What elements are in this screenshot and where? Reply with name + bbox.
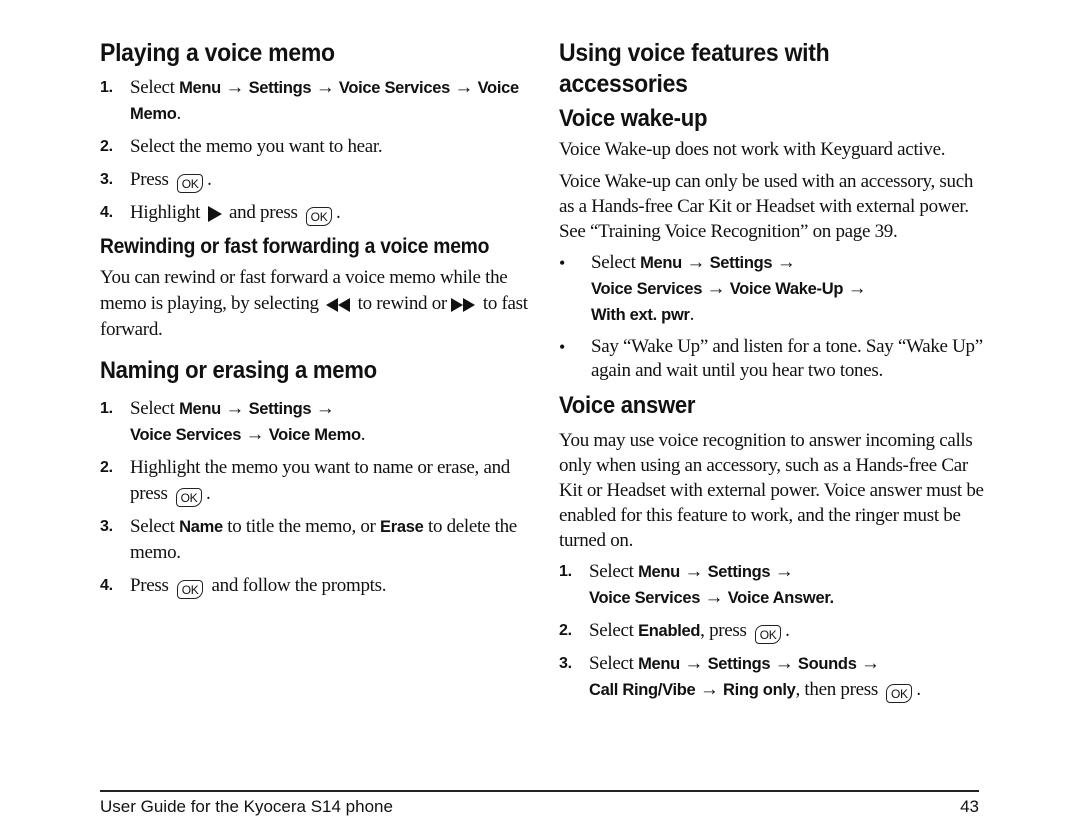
step-item: 3. Select Name to title the memo, or Era… — [100, 516, 517, 563]
step-item: 4. Press OK and follow the prompts. — [100, 575, 387, 599]
bullet-item: • Say “Wake Up” and listen for a tone. S… — [559, 336, 983, 381]
naming-steps: 1. Select Menu → Settings → Voice Servic… — [100, 396, 530, 599]
answer-steps: 1. Select Menu → Settings → Voice Servic… — [559, 559, 989, 703]
subsection-title-wakeup: Voice wake-up — [559, 105, 708, 132]
answer-paragraph: You may use voice recognition to answer … — [559, 430, 984, 551]
left-column: Playing a voice memo 1. Select Menu → Se… — [100, 38, 530, 606]
step-item: 2. Select the memo you want to hear. — [100, 136, 383, 157]
ok-key-icon: OK — [755, 625, 782, 644]
footer-guide-title: User Guide for the Kyocera S14 phone — [100, 797, 393, 816]
step-item: 3. Press OK. — [100, 169, 212, 193]
play-icon — [207, 205, 222, 222]
ok-key-icon: OK — [306, 207, 333, 226]
ok-key-icon: OK — [886, 684, 913, 703]
wakeup-paragraph-2: Voice Wake-up can only be used with an a… — [559, 171, 974, 242]
page-number: 43 — [960, 797, 979, 816]
step-item: 2. Select Enabled, press OK. — [559, 620, 790, 644]
rewind-icon — [326, 297, 351, 312]
bullet-item: • Select Menu → Settings → Voice Service… — [559, 252, 867, 325]
ok-key-icon: OK — [177, 174, 204, 193]
rewind-paragraph: You can rewind or fast forward a voice m… — [100, 267, 528, 340]
wakeup-bullets: • Select Menu → Settings → Voice Service… — [559, 250, 989, 383]
section-title-naming: Naming or erasing a memo — [100, 357, 377, 384]
ok-key-icon: OK — [176, 488, 203, 507]
step-item: 1. Select Menu → Settings → Voice Servic… — [559, 561, 834, 608]
fast-forward-icon — [451, 297, 476, 312]
section-title-rewind: Rewinding or fast forwarding a voice mem… — [100, 235, 490, 258]
footer-divider — [100, 790, 979, 792]
step-item: 3. Select Menu → Settings → Sounds → Cal… — [559, 653, 921, 703]
step-item: 2. Highlight the memo you want to name o… — [100, 457, 510, 507]
ok-key-icon: OK — [177, 580, 204, 599]
section-title-accessories: Using voice features with accessories — [559, 39, 830, 98]
wakeup-paragraph-1: Voice Wake-up does not work with Keyguar… — [559, 139, 946, 160]
playing-steps: 1. Select Menu → Settings → Voice Servic… — [100, 75, 530, 226]
step-item: 1. Select Menu → Settings → Voice Servic… — [100, 77, 519, 124]
section-title-playing: Playing a voice memo — [100, 39, 335, 67]
step-item: 1. Select Menu → Settings → Voice Servic… — [100, 398, 366, 445]
subsection-title-answer: Voice answer — [559, 392, 696, 419]
right-column: Using voice features with accessories Vo… — [559, 38, 989, 710]
step-item: 4. Highlight and press OK. — [100, 202, 341, 226]
